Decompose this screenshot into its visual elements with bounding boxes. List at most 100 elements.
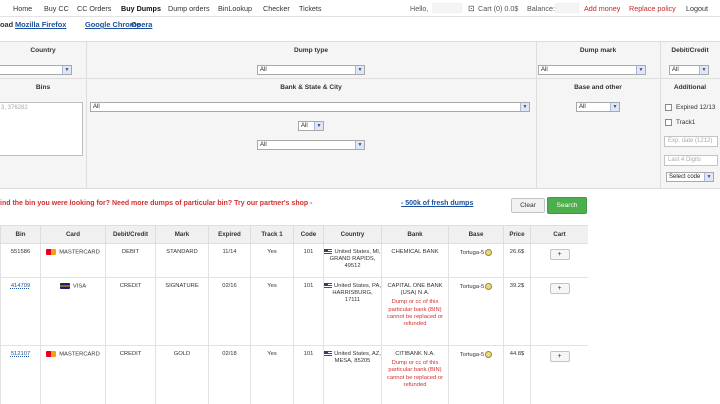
nav-add-money[interactable]: Add money [584, 4, 620, 13]
state-select[interactable]: All ▼ [298, 121, 324, 131]
bank-label: CHEMICAL BANK [391, 249, 439, 255]
table-row: 512107 MASTERCARD CREDIT GOLD 02/18 Yes … [0, 345, 588, 404]
dump-type-select[interactable]: All ▼ [257, 65, 365, 75]
nav-checker[interactable]: Checker [263, 4, 290, 13]
price-cell: 26.6$ [503, 243, 531, 278]
header-track1: Track 1 [250, 225, 294, 244]
header-debit-credit: Debit/Credit [105, 225, 156, 244]
nav-dump-orders[interactable]: Dump orders [168, 4, 210, 13]
country-select[interactable]: ▼ [0, 65, 72, 75]
dump-mark-select[interactable]: All ▼ [538, 65, 646, 75]
bank-value: All [93, 104, 100, 110]
clock-icon [485, 283, 493, 290]
browser-recommendation: oad Mozilla Firefox Google Chrome Opera [0, 18, 720, 31]
expired-checkbox[interactable] [665, 104, 672, 111]
country-label: United States, AZ, MESA, 85205 [334, 351, 381, 365]
mark-cell: SIGNATURE [155, 277, 209, 346]
bank-state-city-header: Bank & State & City [280, 84, 342, 91]
code-cell: 101 [293, 243, 324, 278]
mastercard-icon [46, 249, 57, 255]
mark-cell: GOLD [155, 345, 209, 404]
chevron-down-icon: ▼ [610, 103, 619, 111]
chevron-down-icon: ▼ [636, 66, 645, 74]
track1-checkbox[interactable] [665, 119, 672, 126]
city-select[interactable]: All ▼ [257, 140, 365, 150]
debit-credit-select[interactable]: All ▼ [669, 65, 709, 75]
mark-cell: STANDARD [155, 243, 209, 278]
header-cart: Cart [530, 225, 588, 244]
header-code: Code [293, 225, 324, 244]
add-to-cart-button[interactable]: + [549, 351, 570, 362]
type-cell: CREDIT [105, 345, 156, 404]
bank-label: CITIBANK N.A. [395, 351, 435, 357]
bank-label: CAPITAL ONE BANK (USA) N.A. [387, 283, 443, 297]
expired-cell: 02/18 [208, 345, 251, 404]
code-cell: 101 [293, 345, 324, 404]
add-to-cart-button[interactable]: + [549, 283, 570, 294]
bank-cell: CITIBANK N.A. Dump or cc of this particul… [381, 345, 449, 404]
nav-logout[interactable]: Logout [686, 4, 708, 13]
clock-icon [485, 249, 493, 256]
cart-cell: + [530, 277, 588, 346]
bin-cell[interactable]: 512107 [0, 345, 41, 404]
chevron-down-icon: ▼ [704, 173, 713, 181]
browser-prefix: oad [0, 20, 14, 29]
country-cell: United States, MI, GRAND RAPIDS, 49512 [323, 243, 382, 278]
last4-input[interactable]: Last 4 Digits [664, 155, 718, 166]
track1-cell: Yes [250, 243, 294, 278]
chevron-down-icon: ▼ [62, 66, 71, 74]
cart-cell: + [530, 243, 588, 278]
price-cell: 39.2$ [503, 277, 531, 346]
balance-label: Balance: [527, 4, 555, 13]
cart-icon[interactable]: ⊡ [468, 4, 475, 13]
base-cell: Tortuga-5 [448, 277, 504, 346]
header-card: Card [40, 225, 106, 244]
exp-date-placeholder: Exp. date (1212) [668, 138, 713, 144]
expired-cell: 02/16 [208, 277, 251, 346]
exp-date-input[interactable]: Exp. date (1212) [664, 136, 718, 147]
bins-header: Bins [35, 84, 51, 91]
nav-home[interactable]: Home [13, 4, 32, 13]
search-button[interactable]: Search [547, 197, 587, 214]
bank-select[interactable]: All ▼ [90, 102, 530, 112]
bin-cell[interactable]: 414709 [0, 277, 41, 346]
add-to-cart-button[interactable]: + [549, 249, 570, 260]
base-label: Tortuga-5 [459, 284, 485, 291]
table-row: 551586 MASTERCARD DEBIT STANDARD 11/14 Y… [0, 243, 588, 278]
nav-cart[interactable]: Cart (0) 0.0$ [478, 4, 518, 13]
table-row: 414709 VISA CREDIT SIGNATURE 02/16 Yes 1… [0, 277, 588, 346]
header-expired: Expired [208, 225, 251, 244]
nav-cc-orders[interactable]: CC Orders [77, 4, 111, 13]
header-mark: Mark [155, 225, 209, 244]
nav-binlookup[interactable]: BinLookup [218, 4, 252, 13]
chevron-down-icon: ▼ [355, 141, 364, 149]
cart-cell: + [530, 345, 588, 404]
expired-label: Expired 12/13 [676, 104, 716, 111]
header-bin: Bin [0, 225, 41, 244]
opera-link[interactable]: Opera [131, 20, 152, 29]
mastercard-icon [46, 351, 57, 357]
country-label: United States, PA, HARRISBURG, 17111 [332, 283, 381, 304]
nav-tickets[interactable]: Tickets [299, 4, 322, 13]
clear-button[interactable]: Clear [511, 198, 545, 213]
chevron-down-icon: ▼ [699, 66, 708, 74]
bins-textarea[interactable]: 3, 376282 [0, 102, 83, 156]
card-cell: VISA [40, 277, 106, 346]
track1-cell: Yes [250, 277, 294, 346]
us-flag-icon [324, 249, 333, 254]
base-header: Base and other [574, 84, 622, 91]
debit-credit-value: All [672, 67, 679, 73]
partner-promo-text: ind the bin you were looking for? Need m… [0, 200, 313, 207]
fresh-dumps-link[interactable]: - 500k of fresh dumps [401, 200, 473, 207]
nav-buy-cc[interactable]: Buy CC [44, 4, 69, 13]
base-select[interactable]: All ▼ [576, 102, 620, 112]
us-flag-icon [324, 283, 333, 288]
refund-warning: Dump or cc of this particular bank (BIN)… [386, 360, 444, 388]
firefox-link[interactable]: Mozilla Firefox [15, 20, 66, 29]
bank-cell: CHEMICAL BANK [381, 243, 449, 278]
nav-buy-dumps[interactable]: Buy Dumps [121, 4, 161, 13]
dump-mark-header: Dump mark [579, 47, 617, 54]
code-select[interactable]: Select code ▼ [666, 172, 714, 182]
balance-redacted [555, 3, 579, 13]
nav-replace-policy[interactable]: Replace policy [629, 4, 676, 13]
